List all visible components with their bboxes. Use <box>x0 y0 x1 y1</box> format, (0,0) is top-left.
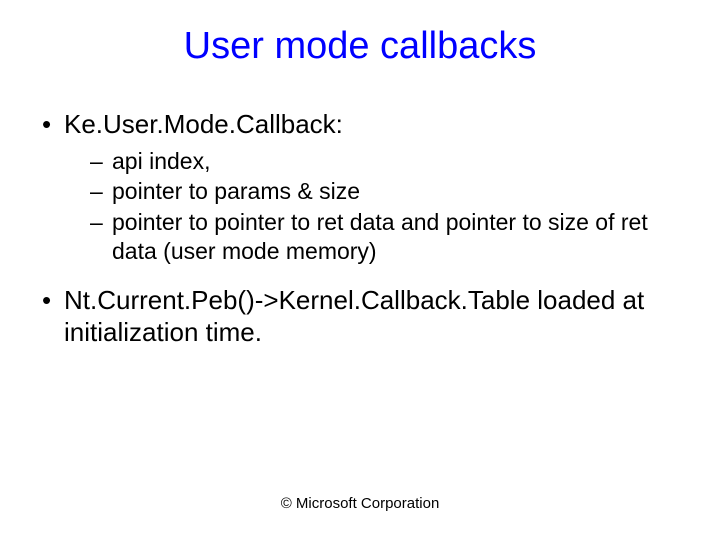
bullet-list: Ke.User.Mode.Callback: api index, pointe… <box>30 108 690 349</box>
slide: User mode callbacks Ke.User.Mode.Callbac… <box>0 0 720 540</box>
sub-item-text: pointer to params & size <box>112 178 360 204</box>
bullet-item: Ke.User.Mode.Callback: api index, pointe… <box>40 108 690 266</box>
sub-item-text: api index, <box>112 148 210 174</box>
bullet-text: Nt.Current.Peb()->Kernel.Callback.Table … <box>64 285 644 348</box>
sub-item: pointer to params & size <box>90 177 690 206</box>
sub-list: api index, pointer to params & size poin… <box>64 147 690 266</box>
footer-copyright: © Microsoft Corporation <box>0 495 720 512</box>
slide-title: User mode callbacks <box>30 25 690 68</box>
sub-item: api index, <box>90 147 690 176</box>
sub-item-text: pointer to pointer to ret data and point… <box>112 209 648 264</box>
bullet-item: Nt.Current.Peb()->Kernel.Callback.Table … <box>40 284 690 349</box>
sub-item: pointer to pointer to ret data and point… <box>90 208 690 266</box>
bullet-text: Ke.User.Mode.Callback: <box>64 109 343 139</box>
